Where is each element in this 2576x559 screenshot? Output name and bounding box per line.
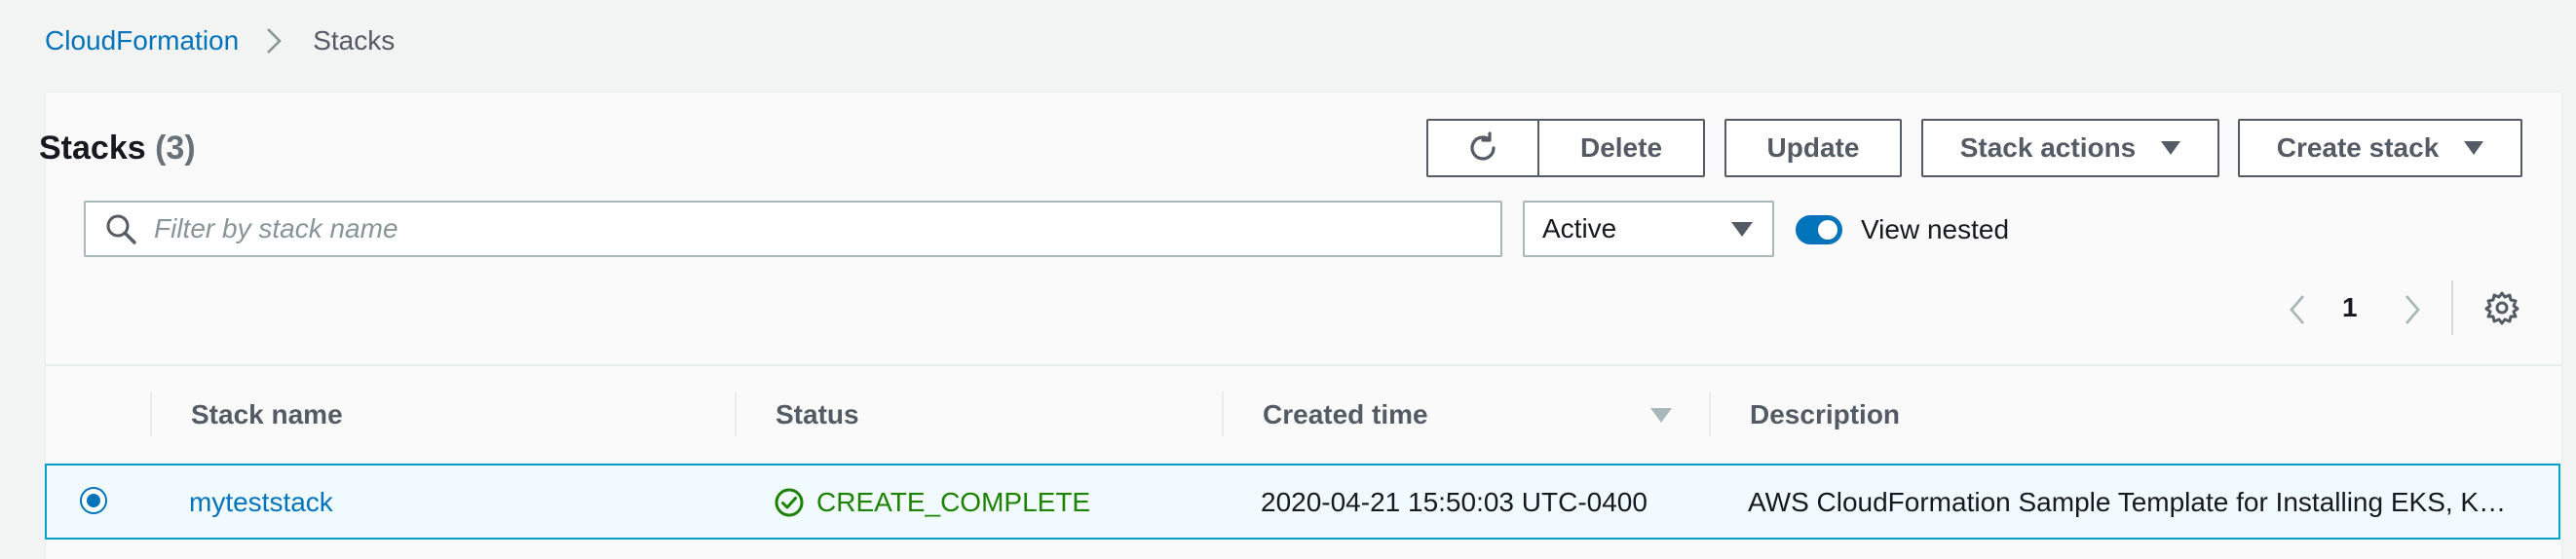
pagination-prev-button[interactable] [2278, 290, 2317, 329]
row-select-radio[interactable] [80, 487, 107, 514]
delete-button[interactable]: Delete [1537, 119, 1705, 177]
sort-descending-icon[interactable] [1650, 408, 1672, 423]
create-stack-label: Create stack [2276, 132, 2440, 163]
panel-title-text: Stacks [39, 130, 146, 167]
breadcrumb-current: Stacks [313, 25, 396, 56]
stack-actions-label: Stack actions [1959, 132, 2137, 163]
pagination-page-1[interactable]: 1 [2342, 292, 2358, 323]
preferences-button[interactable] [2482, 288, 2521, 327]
gear-icon [2484, 291, 2519, 325]
column-separator [150, 391, 152, 436]
column-header-description[interactable]: Description [1750, 399, 1900, 430]
chevron-right-icon [2405, 295, 2420, 324]
stack-count: (3) [155, 130, 196, 167]
column-separator [1222, 391, 1224, 436]
radio-selected-dot [87, 494, 100, 507]
stack-name-link[interactable]: myteststack [189, 487, 333, 518]
toggle-knob [1818, 220, 1837, 240]
search-icon [106, 214, 136, 244]
column-header-stack-name[interactable]: Stack name [191, 399, 343, 430]
view-nested-toggle[interactable] [1796, 215, 1842, 244]
breadcrumb: CloudFormation Stacks [45, 23, 395, 58]
column-header-status[interactable]: Status [776, 399, 859, 430]
stack-actions-button[interactable]: Stack actions [1921, 119, 2219, 177]
column-header-created-time[interactable]: Created time [1263, 399, 1428, 430]
stack-filter [84, 201, 1502, 257]
create-stack-button[interactable]: Create stack [2238, 119, 2522, 177]
caret-down-icon [2161, 141, 2181, 155]
status-select[interactable]: Active [1523, 201, 1774, 257]
update-button[interactable]: Update [1724, 119, 1902, 177]
status-text: CREATE_COMPLETE [816, 487, 1091, 517]
view-nested-label: View nested [1861, 214, 2010, 244]
breadcrumb-cloudformation-link[interactable]: CloudFormation [45, 25, 239, 56]
pagination-divider [2451, 280, 2453, 335]
column-separator [735, 391, 737, 436]
refresh-icon [1470, 131, 1496, 161]
column-separator [1709, 391, 1711, 436]
status-cell: CREATE_COMPLETE [774, 487, 1090, 518]
caret-down-icon [2464, 141, 2484, 155]
caret-down-icon [1731, 221, 1753, 237]
description-cell: AWS CloudFormation Sample Template for I… [1748, 487, 2507, 517]
panel-title: Stacks (3) [39, 127, 196, 169]
status-select-value: Active [1542, 213, 1617, 243]
chevron-left-icon [2290, 295, 2305, 324]
search-input[interactable] [154, 213, 1421, 244]
table-top-divider [45, 364, 2562, 366]
created-time-cell: 2020-04-21 15:50:03 UTC-0400 [1261, 487, 1648, 517]
chevron-right-icon [266, 23, 287, 58]
check-circle-icon [775, 488, 804, 517]
pagination-next-button[interactable] [2393, 290, 2432, 329]
refresh-button[interactable] [1426, 119, 1539, 177]
